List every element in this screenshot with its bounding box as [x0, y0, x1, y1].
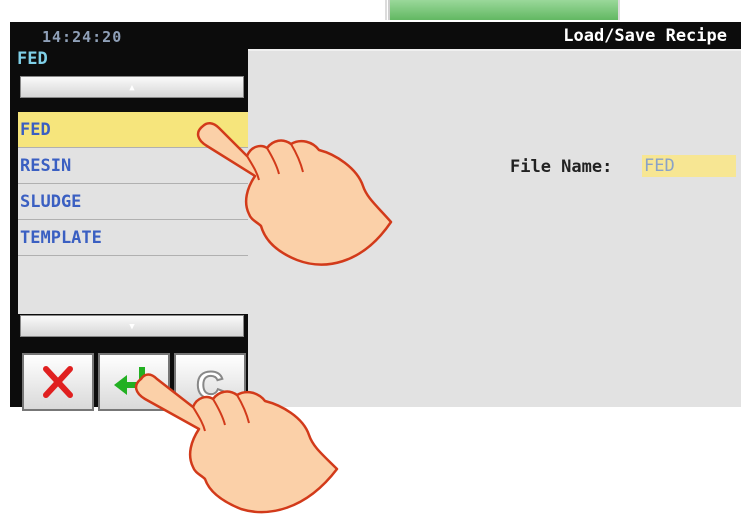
list-item-label: TEMPLATE	[20, 228, 102, 248]
pointing-hand-icon	[134, 373, 339, 514]
divider	[385, 0, 387, 20]
close-x-icon	[43, 366, 73, 398]
cancel-button[interactable]	[22, 353, 94, 411]
arrow-up-icon: ▲	[129, 83, 135, 93]
divider	[618, 0, 620, 20]
file-name-label: File Name:	[510, 157, 613, 177]
file-name-field[interactable]: FED	[642, 155, 736, 177]
clock: 14:24:20	[42, 28, 123, 46]
page-title: Load/Save Recipe	[563, 26, 727, 46]
scroll-up-button[interactable]: ▲	[20, 76, 244, 98]
title-bar: 14:24:20 Load/Save Recipe	[10, 22, 741, 51]
list-item-label: FED	[20, 120, 51, 140]
scroll-down-button[interactable]: ▼	[20, 315, 244, 337]
current-file: FED	[17, 49, 48, 69]
list-item-label: SLUDGE	[20, 192, 82, 212]
green-tab[interactable]	[388, 0, 620, 20]
pointing-hand-icon	[196, 122, 393, 266]
file-name-value: FED	[644, 156, 675, 176]
list-item-label: RESIN	[20, 156, 72, 176]
arrow-down-icon: ▼	[129, 322, 135, 332]
top-strip	[0, 0, 741, 22]
